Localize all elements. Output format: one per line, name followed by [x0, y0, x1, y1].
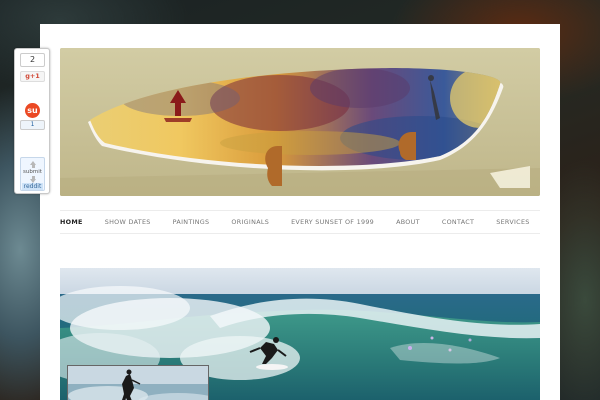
reddit-submit-button[interactable]: submit reddit: [20, 157, 45, 191]
nav-about[interactable]: ABOUT: [396, 218, 420, 226]
reddit-submit-label: submit: [23, 169, 42, 175]
nav-originals[interactable]: ORIGINALS: [231, 218, 269, 226]
featured-photo[interactable]: [60, 268, 540, 400]
inset-photo[interactable]: [67, 365, 209, 400]
surfboard-painting-image: [60, 48, 540, 196]
google-plus-button[interactable]: g+1: [20, 71, 45, 82]
nav-home[interactable]: HOME: [60, 218, 83, 226]
page-container: HOME SHOW DATES PAINTINGS ORIGINALS EVER…: [40, 24, 560, 400]
stumbleupon-count: 1: [20, 120, 45, 130]
main-navigation: HOME SHOW DATES PAINTINGS ORIGINALS EVER…: [60, 210, 540, 234]
nav-show-dates[interactable]: SHOW DATES: [105, 218, 151, 226]
inset-surfer-image: [68, 366, 208, 400]
header-image[interactable]: [60, 48, 540, 196]
nav-services[interactable]: SERVICES: [496, 218, 529, 226]
nav-paintings[interactable]: PAINTINGS: [173, 218, 210, 226]
nav-contact[interactable]: CONTACT: [442, 218, 474, 226]
reddit-label: reddit: [22, 183, 43, 190]
nav-every-sunset[interactable]: EVERY SUNSET OF 1999: [291, 218, 374, 226]
stumbleupon-icon[interactable]: su: [25, 103, 40, 118]
share-count: 2: [20, 53, 45, 67]
social-share-bar: 2 g+1 su 1 submit reddit: [14, 48, 50, 194]
